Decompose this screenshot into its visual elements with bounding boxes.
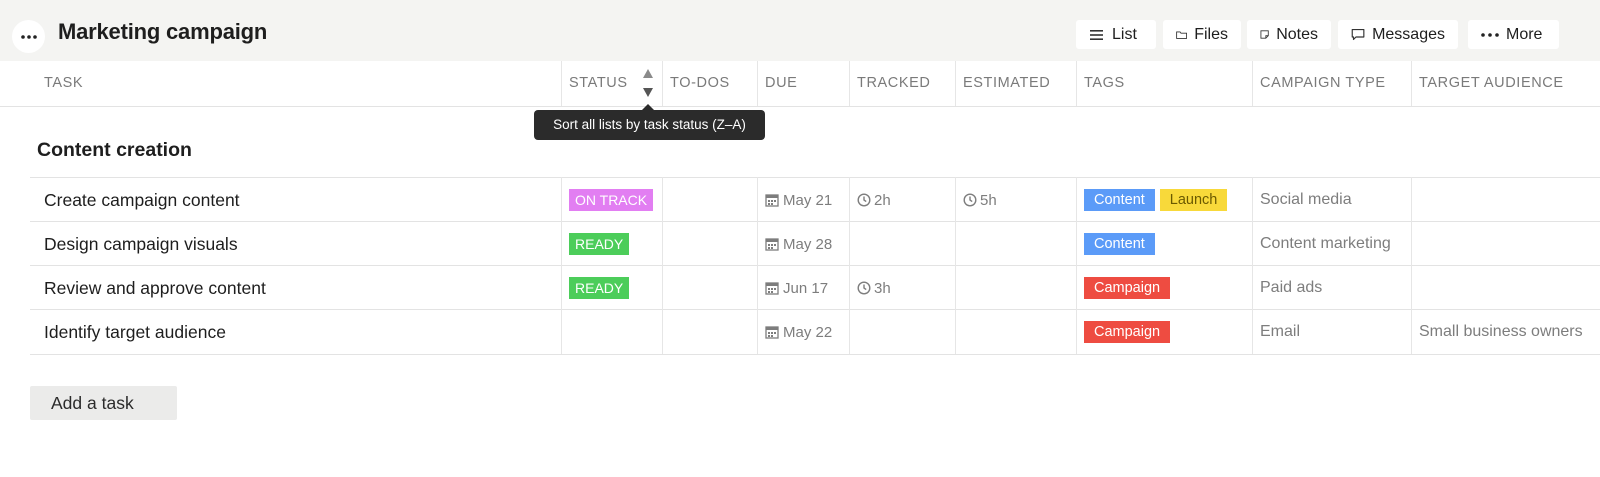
column-divider xyxy=(955,177,956,354)
campaign-type[interactable]: Social media xyxy=(1260,191,1352,209)
clock-icon xyxy=(857,281,871,295)
status-badge[interactable]: READY xyxy=(569,277,630,299)
files-button[interactable]: Files xyxy=(1163,20,1241,49)
more-button-label: More xyxy=(1506,25,1543,43)
column-divider xyxy=(1252,61,1253,106)
add-task-button[interactable]: Add a task xyxy=(30,386,177,420)
messages-button-label: Messages xyxy=(1372,25,1445,43)
due-date[interactable]: Jun 17 xyxy=(783,280,828,297)
column-divider xyxy=(561,61,562,106)
project-menu-button[interactable] xyxy=(12,20,45,53)
column-divider xyxy=(1252,177,1253,354)
sort-tooltip: Sort all lists by task status (Z–A) xyxy=(534,110,765,140)
campaign-type[interactable]: Email xyxy=(1260,323,1300,341)
header-bar: Marketing campaign List Files Notes Mess… xyxy=(0,0,1600,61)
status-badge[interactable]: ON TRACK xyxy=(569,189,654,211)
estimated-time[interactable]: 5h xyxy=(980,192,997,209)
list-button-label: List xyxy=(1112,25,1137,43)
note-icon xyxy=(1260,30,1269,39)
message-icon xyxy=(1351,28,1365,41)
calendar-icon xyxy=(765,282,779,295)
status-badge[interactable]: READY xyxy=(569,233,630,255)
tag-campaign[interactable]: Campaign xyxy=(1084,321,1171,343)
column-header-due[interactable]: DUE xyxy=(765,61,797,106)
column-divider xyxy=(1076,61,1077,106)
column-header-tags[interactable]: TAGS xyxy=(1084,61,1125,106)
tag-launch[interactable]: Launch xyxy=(1159,189,1228,211)
task-name[interactable]: Review and approve content xyxy=(44,278,266,299)
calendar-icon xyxy=(765,194,779,207)
column-header-status[interactable]: STATUS xyxy=(569,61,628,106)
page-title: Marketing campaign xyxy=(58,19,268,44)
section-title[interactable]: Content creation xyxy=(37,139,192,162)
column-divider xyxy=(849,177,850,354)
task-name[interactable]: Identify target audience xyxy=(44,322,226,343)
campaign-type[interactable]: Paid ads xyxy=(1260,279,1322,297)
target-audience[interactable]: Small business owners xyxy=(1419,323,1583,341)
column-divider xyxy=(561,177,562,354)
folder-icon xyxy=(1176,30,1188,39)
column-divider xyxy=(757,177,758,354)
more-dots-icon xyxy=(1481,32,1499,37)
tracked-time[interactable]: 3h xyxy=(874,280,891,297)
column-divider xyxy=(1411,61,1412,106)
messages-button[interactable]: Messages xyxy=(1338,20,1458,49)
column-header-campaign-type[interactable]: CAMPAIGN TYPE xyxy=(1260,61,1386,106)
add-task-label: Add a task xyxy=(51,392,134,413)
table-row[interactable]: Review and approve content READY Jun 17 … xyxy=(30,265,1600,310)
list-button[interactable]: List xyxy=(1076,20,1156,49)
column-divider xyxy=(1076,177,1077,354)
due-date[interactable]: May 21 xyxy=(783,192,832,209)
column-header-estimated[interactable]: ESTIMATED xyxy=(963,61,1050,106)
due-date[interactable]: May 22 xyxy=(783,324,832,341)
table-row[interactable]: Design campaign visuals READY May 28 Con… xyxy=(30,221,1600,266)
column-header-tracked[interactable]: TRACKED xyxy=(857,61,931,106)
tag-content[interactable]: Content xyxy=(1084,233,1155,255)
calendar-icon xyxy=(765,238,779,251)
column-header-row: TASK STATUS TO-DOS DUE TRACKED ESTIMATED… xyxy=(0,61,1600,107)
list-icon xyxy=(1090,29,1103,40)
column-divider xyxy=(1411,177,1412,354)
notes-button-label: Notes xyxy=(1276,25,1318,43)
clock-icon xyxy=(857,193,871,207)
tracked-time[interactable]: 2h xyxy=(874,192,891,209)
column-header-task[interactable]: TASK xyxy=(44,61,83,106)
column-divider xyxy=(955,61,956,106)
table-row[interactable]: Identify target audience May 22 Campaign… xyxy=(30,309,1600,355)
column-divider xyxy=(662,177,663,354)
notes-button[interactable]: Notes xyxy=(1247,20,1331,49)
task-name[interactable]: Design campaign visuals xyxy=(44,234,238,255)
task-name[interactable]: Create campaign content xyxy=(44,190,240,211)
tag-content[interactable]: Content xyxy=(1084,189,1155,211)
table-row[interactable]: Create campaign content ON TRACK May 21 … xyxy=(30,177,1600,222)
column-divider xyxy=(662,61,663,106)
due-date[interactable]: May 28 xyxy=(783,236,832,253)
more-button[interactable]: More xyxy=(1468,20,1559,49)
sort-toggle-icon[interactable] xyxy=(641,67,655,99)
column-header-target-audience[interactable]: TARGET AUDIENCE xyxy=(1419,61,1564,106)
campaign-type[interactable]: Content marketing xyxy=(1260,235,1391,253)
clock-icon xyxy=(963,193,977,207)
column-divider xyxy=(757,61,758,106)
more-dots-icon xyxy=(20,34,37,39)
tag-campaign[interactable]: Campaign xyxy=(1084,277,1171,299)
column-divider xyxy=(849,61,850,106)
files-button-label: Files xyxy=(1194,25,1228,43)
column-header-todos[interactable]: TO-DOS xyxy=(670,61,730,106)
calendar-icon xyxy=(765,326,779,339)
